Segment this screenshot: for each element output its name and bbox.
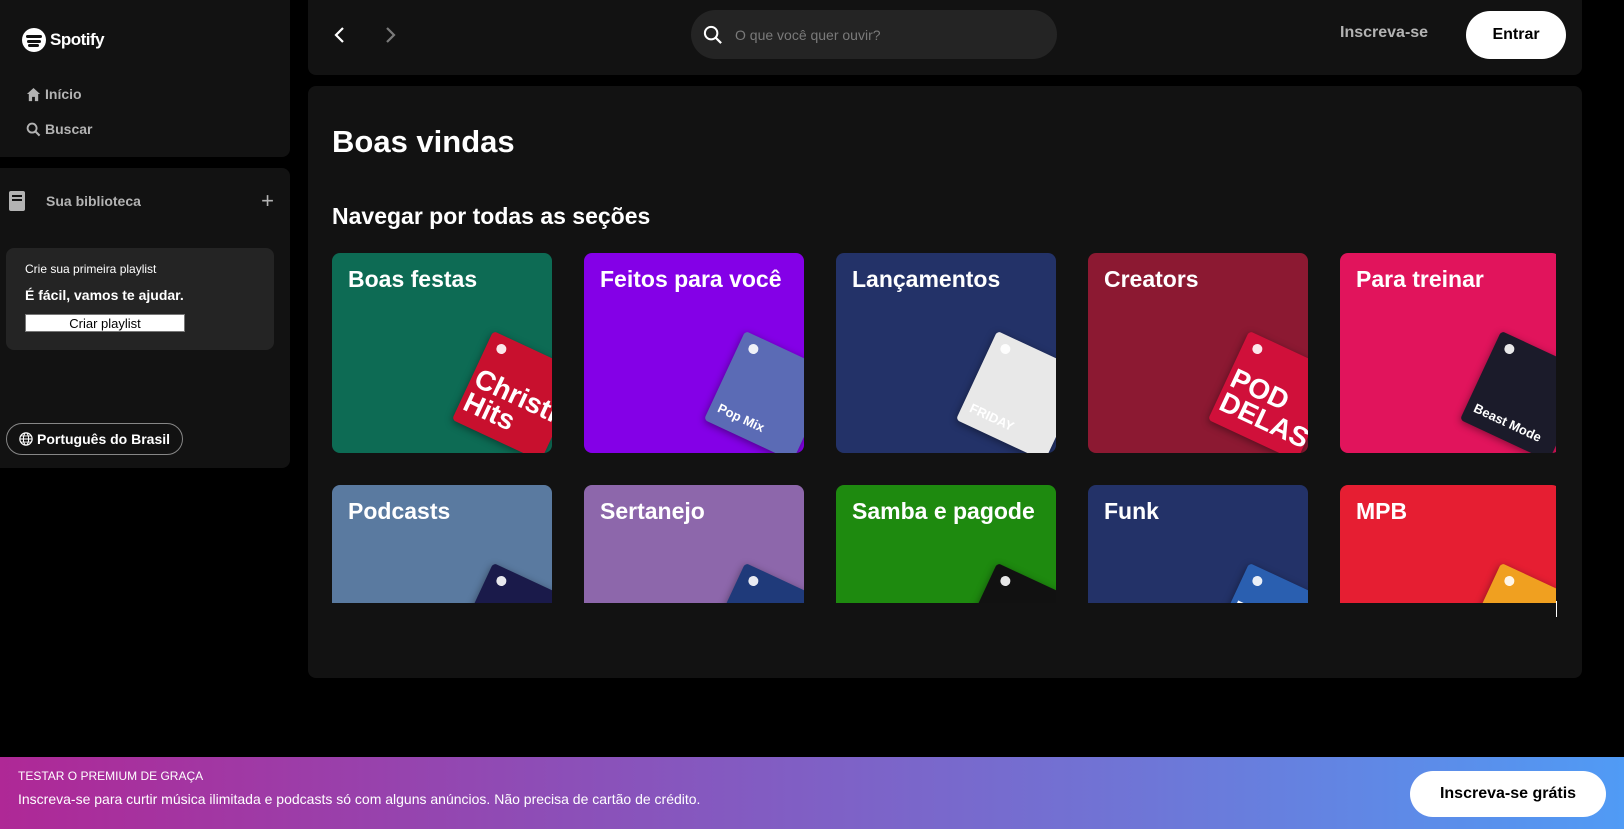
top-bar: Inscreva-se Entrar [308,0,1582,75]
sidebar-item-label: Início [45,86,82,102]
create-playlist-card: Crie sua primeira playlist É fácil, vamo… [6,248,274,350]
category-card-label: Boas festas [348,266,478,292]
spotify-badge-icon [998,574,1013,588]
category-grid: Boas festas Christmas Hits Feitos para voc… [332,253,1556,603]
sidebar-item-label: Buscar [45,121,93,137]
category-card[interactable]: Para treinar Beast Mode [1340,253,1556,453]
category-card-label: Podcasts [348,498,451,524]
category-card-artwork: POD DELAS [1207,330,1308,453]
category-card-label: Samba e pagode [852,498,1035,524]
artwork-text: FU [1226,594,1273,603]
spotify-badge-icon [998,342,1013,356]
library-header: Sua biblioteca + [8,190,274,212]
plus-icon[interactable]: + [261,190,274,212]
home-icon [26,87,41,101]
category-card[interactable]: Funk FU [1088,485,1308,603]
category-card-label: Lançamentos [852,266,1001,292]
search-input[interactable] [735,26,1015,43]
login-button[interactable]: Entrar [1466,11,1566,59]
language-label: Português do Brasil [37,431,171,447]
globe-icon [19,432,33,446]
artwork-text: Beast Mode [1471,400,1544,445]
category-card[interactable]: MPB [1340,485,1556,603]
category-card[interactable]: Boas festas Christmas Hits [332,253,552,453]
category-card-artwork: FU [1207,562,1308,603]
category-card-label: Funk [1104,498,1159,524]
spotify-badge-icon [1502,574,1517,588]
text-cursor [1556,601,1557,617]
create-playlist-button[interactable]: Criar playlist [25,314,185,332]
spotify-badge-icon [1250,574,1265,588]
sidebar-item-search[interactable]: Buscar [26,121,92,137]
category-card-label: Creators [1104,266,1199,292]
section-title: Navegar por todas as seções [332,203,651,229]
sidebar-item-home[interactable]: Início [26,86,82,102]
category-card-artwork: Christmas Hits [451,330,552,453]
category-card-label: Para treinar [1356,266,1484,292]
category-card[interactable]: Sertanejo [584,485,804,603]
category-card-artwork: Pop Mix [703,330,804,453]
signup-free-button[interactable]: Inscreva-se grátis [1410,771,1606,817]
signup-link[interactable]: Inscreva-se [1340,24,1428,42]
category-card[interactable]: Podcasts [332,485,552,603]
banner-title: TESTAR O PREMIUM DE GRAÇA [18,769,204,783]
category-card-label: MPB [1356,498,1408,524]
spotify-logo[interactable]: Spotify [22,28,105,52]
artwork-text: FRIDAY [967,400,1017,434]
category-card-artwork: FRIDAY [955,330,1056,453]
main-content[interactable]: Boas vindas Navegar por todas as seções … [308,86,1582,678]
category-card-label: Sertanejo [600,498,705,524]
forward-arrow-icon[interactable] [378,22,402,48]
category-card-label: Feitos para você [600,266,782,292]
library-icon[interactable] [8,190,26,212]
search-bar[interactable] [691,10,1057,59]
library-panel: Sua biblioteca + Crie sua primeira playl… [0,168,290,468]
spotify-badge-icon [1250,342,1265,356]
spotify-badge-icon [746,574,761,588]
artwork-text: Pop Mix [715,400,767,436]
sidebar-nav-panel: Spotify Início Buscar [0,0,290,157]
spotify-logo-icon [22,28,46,52]
category-card[interactable]: Samba e pagode [836,485,1056,603]
artwork-text: POD DELAS [1214,362,1308,453]
spotify-badge-icon [1502,342,1517,356]
category-card-artwork [955,562,1056,603]
library-title: Sua biblioteca [46,193,141,209]
category-card-artwork: Beast Mode [1459,330,1556,453]
category-card-artwork [1459,562,1556,603]
promo-subtitle: É fácil, vamos te ajudar. [25,287,184,303]
language-button[interactable]: Português do Brasil [6,423,184,455]
spotify-badge-icon [494,574,509,588]
premium-banner[interactable]: TESTAR O PREMIUM DE GRAÇA Inscreva-se pa… [0,757,1624,829]
category-card-artwork [451,562,552,603]
category-card[interactable]: Lançamentos FRIDAY [836,253,1056,453]
page-title: Boas vindas [332,124,515,159]
promo-title: Crie sua primeira playlist [25,262,157,276]
spotify-badge-icon [746,342,761,356]
back-arrow-icon[interactable] [328,22,352,48]
category-card[interactable]: Creators POD DELAS [1088,253,1308,453]
category-card-artwork [703,562,804,603]
category-card[interactable]: Feitos para você Pop Mix [584,253,804,453]
search-icon [26,122,41,136]
artwork-text: Christmas Hits [458,362,552,449]
banner-text: Inscreva-se para curtir música ilimitada… [18,791,701,807]
logo-text: Spotify [50,30,105,49]
search-icon [703,25,722,44]
spotify-badge-icon [494,342,509,356]
